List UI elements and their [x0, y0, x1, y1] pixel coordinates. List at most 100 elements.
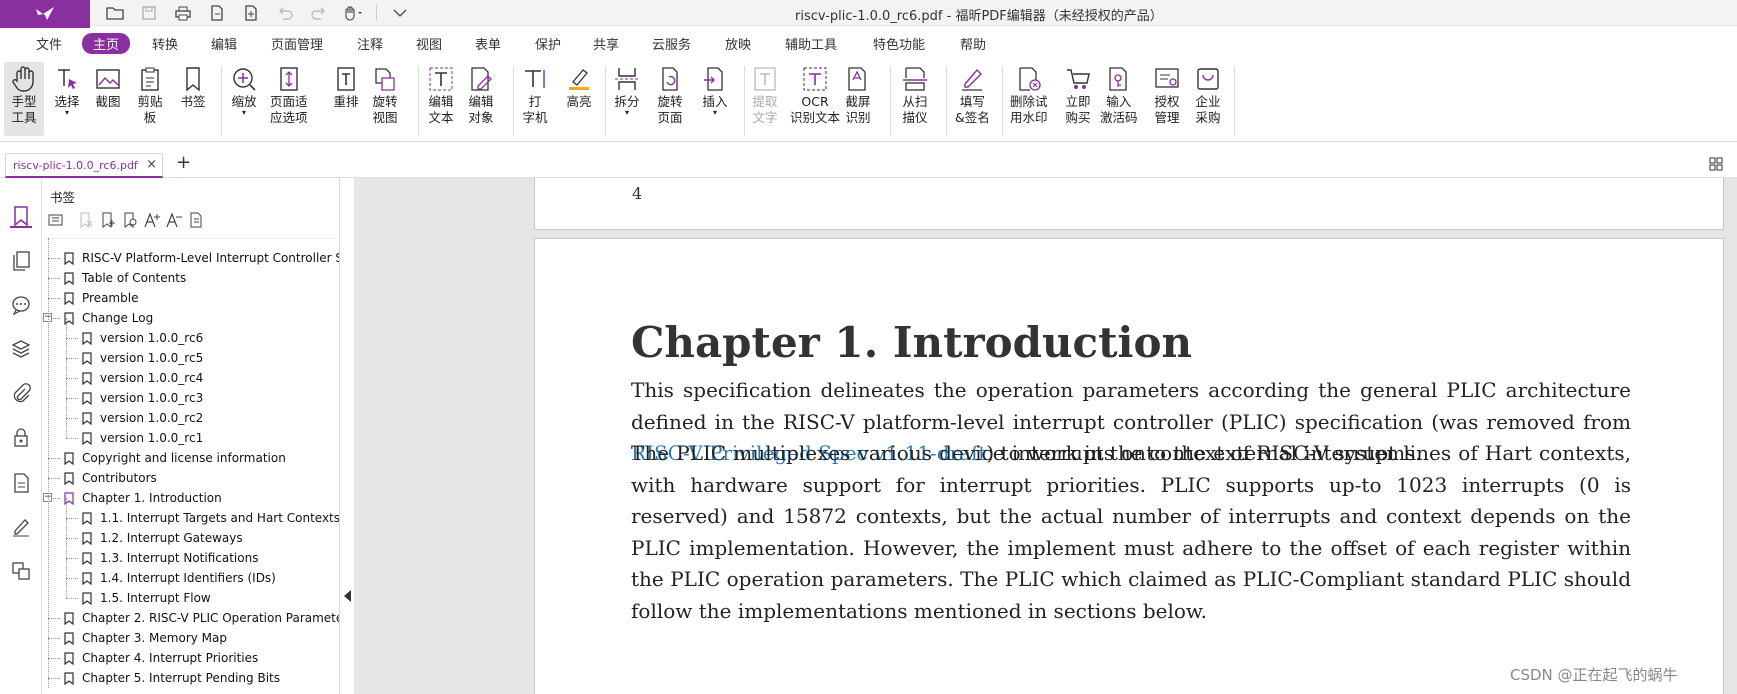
bookmark-item[interactable]: Chapter 5. Interrupt Pending Bits [62, 668, 280, 688]
menu-view[interactable]: 视图 [416, 34, 442, 53]
create-button[interactable] [200, 3, 234, 23]
menu-slideshow[interactable]: 放映 [725, 34, 751, 53]
bookmark-properties-button[interactable] [186, 210, 206, 230]
license-management-button[interactable]: 授权 管理 [1152, 64, 1182, 126]
open-button[interactable] [98, 3, 132, 23]
screenshot-button[interactable]: 截图 [93, 64, 123, 110]
bookmark-item[interactable]: Change Log [62, 308, 153, 328]
close-tab-icon[interactable]: × [146, 157, 157, 172]
rotate-page-icon [662, 67, 678, 91]
bookmark-item[interactable]: Chapter 3. Memory Map [62, 628, 227, 648]
tile-view-icon[interactable] [1709, 157, 1723, 174]
remove-watermark-button[interactable]: 删除试 用水印 [1010, 64, 1048, 126]
menu-page-management[interactable]: 页面管理 [271, 34, 323, 53]
menu-protect[interactable]: 保护 [535, 34, 561, 53]
bookmarks-panel-icon[interactable] [10, 206, 32, 228]
menu-cloud[interactable]: 云服务 [652, 34, 691, 53]
insert-button[interactable]: 插入 ▾ [700, 64, 730, 117]
redo-button[interactable] [302, 3, 336, 23]
menu-file[interactable]: 文件 [36, 34, 62, 53]
activation-code-button[interactable]: 输入 激活码 [1100, 64, 1138, 126]
compare-panel-icon[interactable] [10, 560, 32, 582]
rotate-view-button[interactable]: 旋转 视图 [370, 64, 400, 126]
increase-font-button[interactable] [142, 210, 162, 230]
split-button[interactable]: 拆分 ▾ [612, 64, 642, 117]
bookmark-item[interactable]: Contributors [62, 468, 157, 488]
zoom-button[interactable]: 缩放 ▾ [229, 64, 259, 117]
bookmark-item[interactable]: version 1.0.0_rc1 [80, 428, 203, 448]
menu-help[interactable]: 帮助 [960, 34, 986, 53]
collapse-panel-icon[interactable] [344, 590, 351, 602]
bookmark-item[interactable]: version 1.0.0_rc6 [80, 328, 203, 348]
bookmark-item[interactable]: RISC-V Platform-Level Interrupt Controll… [62, 248, 339, 268]
rotate-page-button[interactable]: 旋转 页面 [655, 64, 685, 126]
app-logo[interactable] [0, 0, 90, 28]
comments-panel-icon[interactable] [10, 294, 32, 316]
save-button[interactable] [132, 3, 166, 23]
bookmark-item[interactable]: Chapter 1. Introduction [62, 488, 222, 508]
bookmark-item[interactable]: 1.5. Interrupt Flow [80, 588, 211, 608]
bookmark-item[interactable]: Copyright and license information [62, 448, 286, 468]
bookmark-item[interactable]: 1.2. Interrupt Gateways [80, 528, 243, 548]
enterprise-purchase-button[interactable]: 企业 采购 [1193, 64, 1223, 126]
print-button[interactable] [166, 3, 200, 23]
customize-toolbar-button[interactable] [383, 3, 417, 23]
screen-ocr-button[interactable]: 截屏 识别 [843, 64, 873, 126]
attachments-panel-icon[interactable] [10, 382, 32, 404]
document-tab[interactable]: riscv-plic-1.0.0_rc6.pdf × [5, 153, 163, 178]
new-page-button[interactable] [234, 3, 268, 23]
select-tool-button[interactable]: 选择 ▾ [52, 64, 82, 117]
bookmark-item[interactable]: Chapter 2. RISC-V PLIC Operation Paramet… [62, 608, 339, 628]
decrease-font-button[interactable] [164, 210, 184, 230]
security-panel-icon[interactable] [10, 426, 32, 448]
bookmark-item[interactable]: version 1.0.0_rc5 [80, 348, 203, 368]
typewriter-button[interactable]: 打 字机 [520, 64, 550, 126]
bookmark-item[interactable]: version 1.0.0_rc2 [80, 408, 203, 428]
fill-sign-button[interactable]: 填写 &签名 [955, 64, 990, 126]
menu-convert[interactable]: 转换 [152, 34, 178, 53]
pdf-page-current: Chapter 1. Introduction This specificati… [534, 238, 1724, 694]
bookmarks-panel-title: 书签 [50, 190, 76, 205]
ocr-button[interactable]: OCR 识别文本 [790, 64, 840, 126]
menu-share[interactable]: 共享 [593, 34, 619, 53]
undo-button[interactable] [268, 3, 302, 23]
bookmark-item[interactable]: Preamble [62, 288, 138, 308]
layers-panel-icon[interactable] [10, 338, 32, 360]
menu-edit[interactable]: 编辑 [211, 34, 237, 53]
buy-now-button[interactable]: 立即 购买 [1063, 64, 1093, 126]
menu-features[interactable]: 特色功能 [873, 34, 925, 53]
bookmark-item[interactable]: 1.4. Interrupt Identifiers (IDs) [80, 568, 276, 588]
menu-form[interactable]: 表单 [475, 34, 501, 53]
signature-panel-icon[interactable] [10, 516, 32, 538]
hand-mode-dropdown[interactable] [336, 3, 370, 23]
add-bookmark-button[interactable] [98, 210, 118, 230]
reflow-button[interactable]: 重排 [331, 64, 361, 110]
menu-accessibility[interactable]: 辅助工具 [785, 34, 837, 53]
highlight-button[interactable]: 高亮 [564, 64, 594, 110]
clipboard-button[interactable]: 剪贴 板 [135, 64, 165, 126]
find-bookmark-button[interactable] [120, 210, 140, 230]
extract-text-button[interactable]: 提取 文字 [750, 64, 780, 126]
edit-object-button[interactable]: 编辑 对象 [466, 64, 496, 126]
pages-panel-icon[interactable] [10, 250, 32, 272]
bookmark-button[interactable]: 书签 [178, 64, 208, 110]
new-tab-button[interactable]: + [176, 152, 191, 173]
bookmark-options-button[interactable] [46, 210, 66, 230]
delete-bookmark-button[interactable] [76, 210, 96, 230]
clipboard-icon [141, 67, 159, 91]
page-fit-button[interactable]: 页面适 应选项 [270, 64, 308, 126]
bookmark-label: Change Log [82, 311, 154, 325]
menu-home[interactable]: 主页 [82, 33, 131, 54]
bookmark-item[interactable]: version 1.0.0_rc4 [80, 368, 203, 388]
panel-splitter[interactable] [340, 178, 354, 694]
bookmark-item[interactable]: Table of Contents [62, 268, 186, 288]
bookmark-item[interactable]: version 1.0.0_rc3 [80, 388, 203, 408]
menu-comment[interactable]: 注释 [357, 34, 383, 53]
hand-tool-button[interactable]: 手型 工具 [4, 62, 44, 136]
edit-text-button[interactable]: 编辑 文本 [426, 64, 456, 126]
bookmark-item[interactable]: Chapter 4. Interrupt Priorities [62, 648, 258, 668]
scan-button[interactable]: 从扫 描仪 [900, 64, 930, 126]
bookmark-item[interactable]: 1.3. Interrupt Notifications [80, 548, 258, 568]
bookmark-item[interactable]: 1.1. Interrupt Targets and Hart Contexts [80, 508, 339, 528]
content-panel-icon[interactable] [10, 472, 32, 494]
